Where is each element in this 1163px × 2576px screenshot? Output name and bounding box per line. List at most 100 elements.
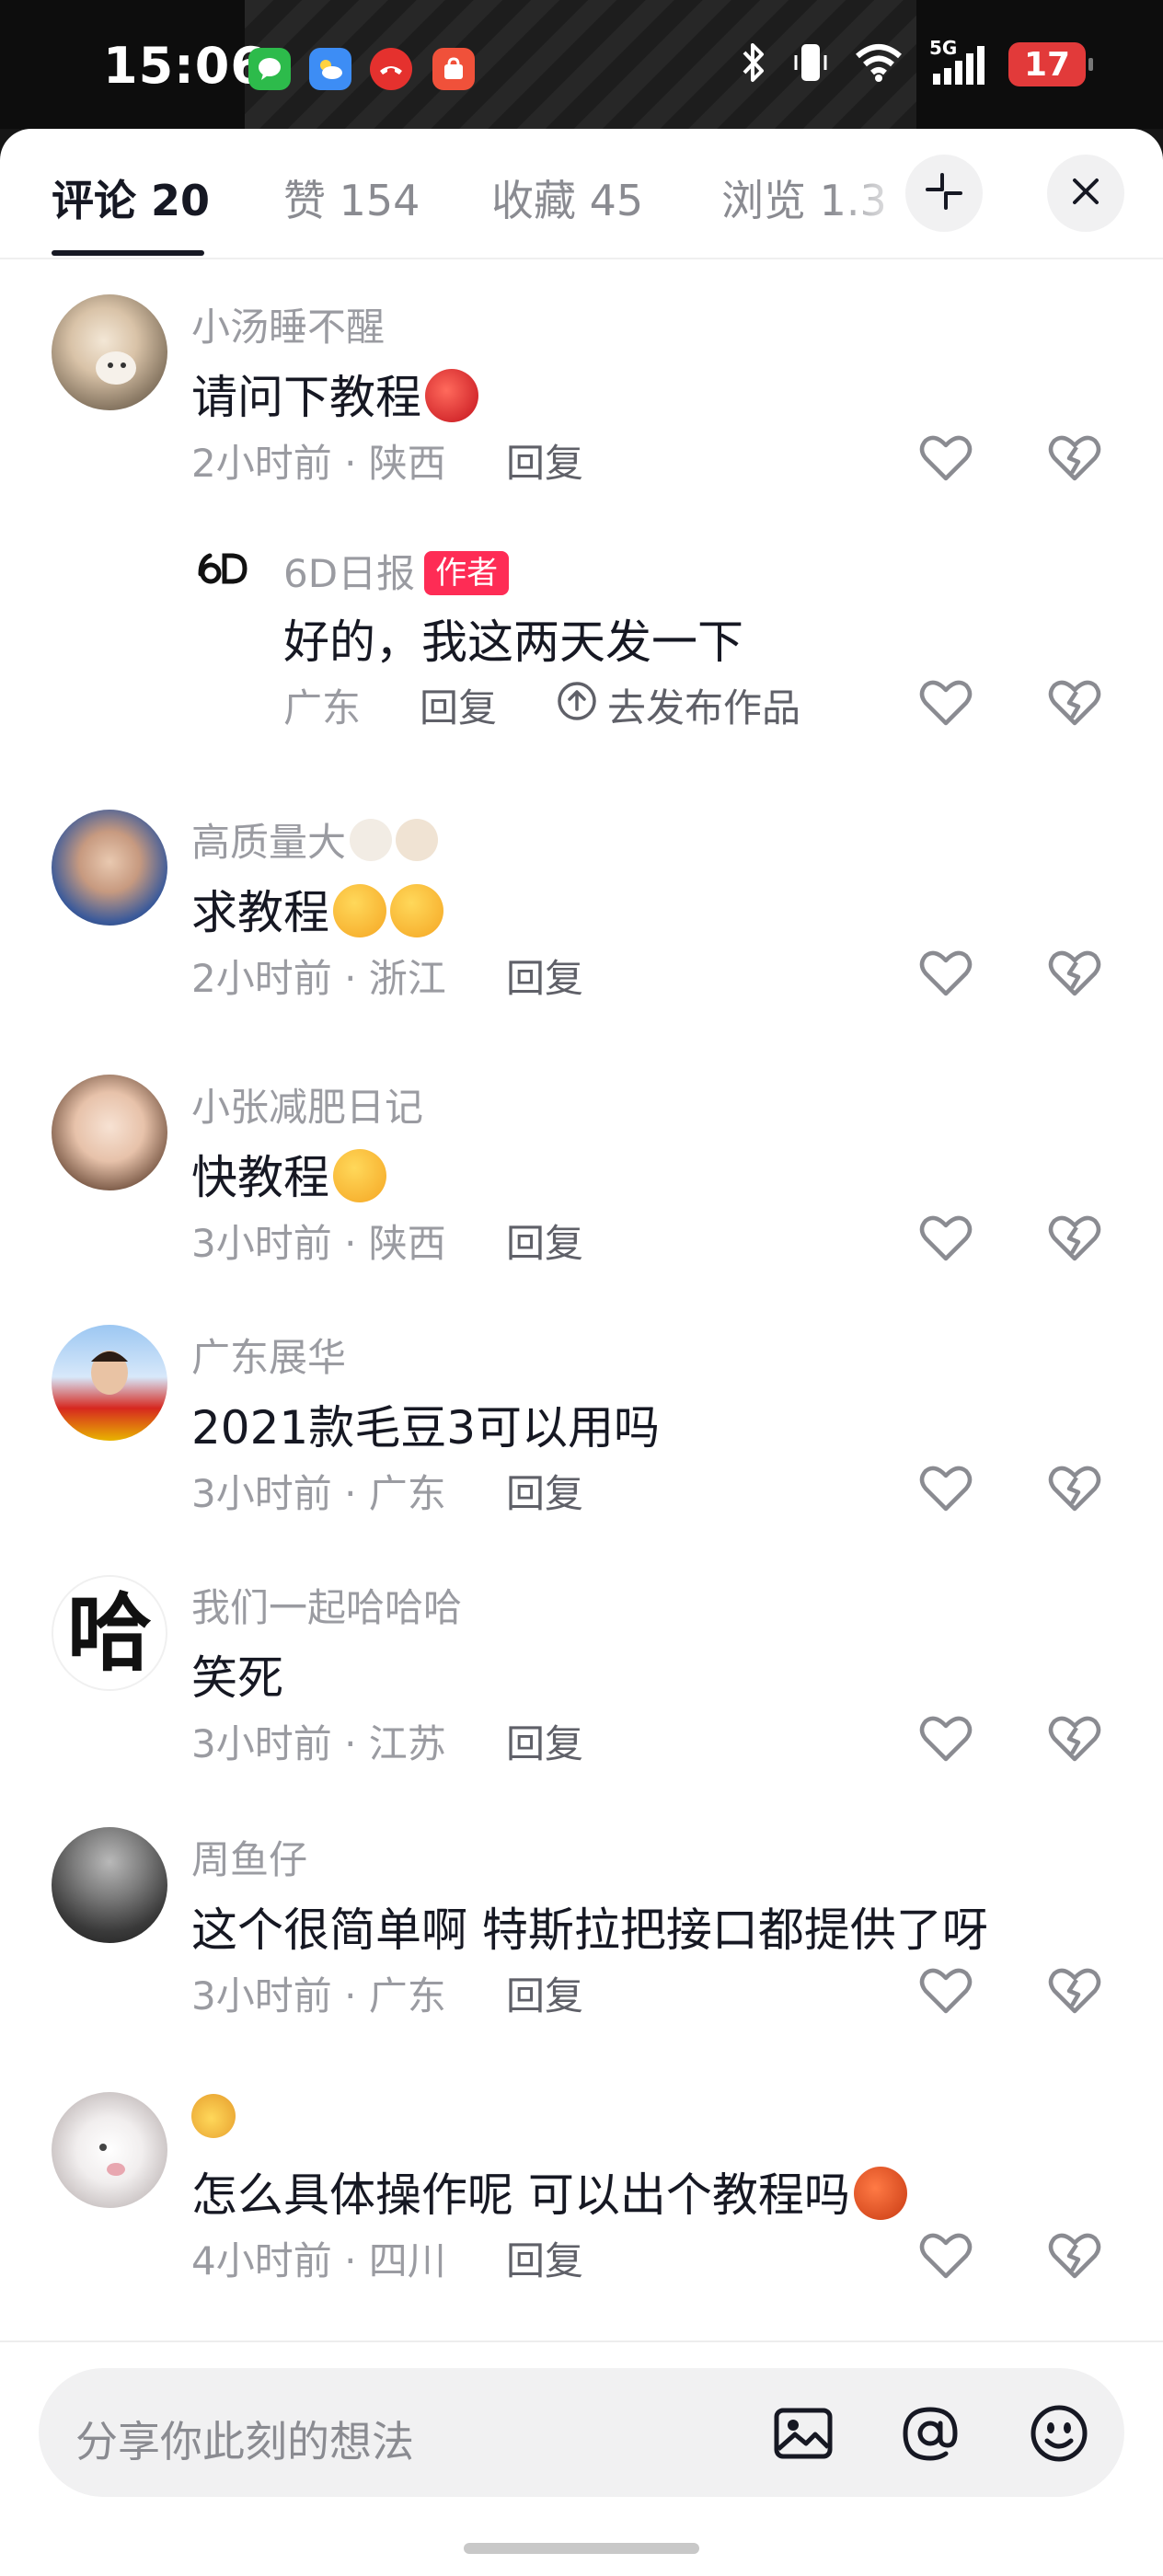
dislike-icon[interactable] bbox=[1047, 1711, 1102, 1766]
reply-text: 好的，我这两天发一下 bbox=[283, 615, 743, 669]
dislike-icon[interactable] bbox=[1047, 2228, 1102, 2283]
tab-bar: 评论 20 赞 154 收藏 45 浏览 1.3 bbox=[0, 129, 1163, 259]
collapse-icon bbox=[924, 171, 964, 215]
status-bar: 15:06 5G 17 bbox=[0, 0, 1163, 129]
comment-meta: 2小时前 · 陕西 bbox=[191, 441, 446, 486]
comment-text: 怎么具体操作呢 可以出个教程吗 bbox=[191, 2158, 907, 2225]
comment-meta: 3小时前 · 广东 bbox=[191, 1973, 446, 2018]
comment-text-content: 快教程 bbox=[191, 1151, 329, 1204]
heart-icon[interactable] bbox=[918, 1211, 973, 1266]
reply-button[interactable]: 回复 bbox=[506, 2230, 583, 2286]
reply-button[interactable]: 回复 bbox=[506, 948, 583, 1004]
shopping-app-icon bbox=[432, 48, 475, 90]
comment-author[interactable]: 我们一起哈哈哈 bbox=[191, 1577, 462, 1633]
dislike-icon[interactable] bbox=[1047, 1963, 1102, 2018]
publish-work-link[interactable]: 去发布作品 bbox=[556, 677, 800, 733]
cowboy-emoji-icon bbox=[191, 2094, 236, 2138]
heart-icon[interactable] bbox=[918, 675, 973, 730]
comment-author-name[interactable]: 高质量大 bbox=[191, 820, 346, 865]
comment-text: 2021款毛豆3可以用吗 bbox=[191, 1401, 661, 1455]
avatar[interactable] bbox=[52, 1827, 167, 1943]
wifi-icon bbox=[854, 43, 904, 86]
emoji-icon[interactable] bbox=[1027, 2401, 1091, 2466]
heart-icon[interactable] bbox=[918, 1461, 973, 1516]
avatar[interactable] bbox=[52, 2092, 167, 2208]
heart-icon[interactable] bbox=[918, 1963, 973, 2018]
heart-icon[interactable] bbox=[918, 2228, 973, 2283]
comment-item: 周鱼仔 这个很简单啊 特斯拉把接口都提供了呀 3小时前 · 广东 回复 bbox=[0, 1827, 1163, 2066]
heart-eyes-emoji-icon bbox=[333, 884, 386, 937]
dislike-icon[interactable] bbox=[1047, 675, 1102, 730]
comment-author[interactable]: 广东展华 bbox=[191, 1327, 346, 1383]
dislike-icon[interactable] bbox=[1047, 946, 1102, 1001]
author-avatar[interactable] bbox=[197, 548, 252, 585]
publish-work-label: 去发布作品 bbox=[607, 685, 801, 730]
reply-button[interactable]: 回复 bbox=[506, 1213, 583, 1269]
dislike-icon[interactable] bbox=[1047, 1211, 1102, 1266]
comment-author[interactable] bbox=[191, 2094, 236, 2140]
status-time: 15:06 bbox=[103, 37, 266, 95]
thinking-emoji-icon bbox=[333, 1149, 386, 1202]
bluetooth-icon bbox=[740, 41, 767, 87]
avatar-character: 哈 bbox=[66, 1583, 152, 1683]
battery-indicator: 17 bbox=[1008, 42, 1093, 86]
comment-text: 快教程 bbox=[191, 1141, 386, 1207]
reply-meta: 广东 bbox=[283, 685, 362, 730]
heart-icon[interactable] bbox=[918, 946, 973, 1001]
comment-meta: 2小时前 · 浙江 bbox=[191, 956, 446, 1001]
heart-icon[interactable] bbox=[918, 1711, 973, 1766]
comment-author[interactable]: 小汤睡不醒 bbox=[191, 296, 385, 352]
basketball-emoji-icon bbox=[853, 2167, 907, 2220]
reply-button[interactable]: 回复 bbox=[506, 1965, 583, 2021]
reply-button[interactable]: 回复 bbox=[506, 432, 583, 489]
comment-item: 怎么具体操作呢 可以出个教程吗 4小时前 · 四川 回复 bbox=[0, 2092, 1163, 2331]
avatar[interactable] bbox=[52, 810, 167, 926]
comment-input[interactable]: 分享你此刻的想法 bbox=[39, 2368, 1124, 2497]
messages-app-icon bbox=[248, 48, 291, 90]
weather-app-icon bbox=[309, 48, 351, 90]
comment-meta: 3小时前 · 陕西 bbox=[191, 1221, 446, 1266]
image-icon[interactable] bbox=[771, 2401, 835, 2466]
heart-icon[interactable] bbox=[918, 431, 973, 486]
comment-input-area: 分享你此刻的想法 bbox=[0, 2340, 1163, 2576]
at-icon[interactable] bbox=[898, 2401, 962, 2466]
comment-meta: 3小时前 · 广东 bbox=[191, 1471, 446, 1516]
comment-item: 哈 我们一起哈哈哈 笑死 3小时前 · 江苏 回复 bbox=[0, 1575, 1163, 1814]
upload-icon bbox=[556, 680, 598, 731]
comment-author: 高质量大 bbox=[191, 811, 439, 868]
status-right-group: 5G 17 bbox=[740, 37, 1093, 88]
avatar[interactable]: 哈 bbox=[52, 1575, 167, 1691]
comment-text: 这个很简单啊 特斯拉把接口都提供了呀 bbox=[191, 1903, 988, 1957]
comment-meta: 3小时前 · 江苏 bbox=[191, 1721, 446, 1766]
battery-level: 17 bbox=[1023, 45, 1071, 84]
reply-button[interactable]: 回复 bbox=[506, 1713, 583, 1769]
reply-author-name[interactable]: 6D日报 bbox=[283, 551, 415, 596]
horse-emoji-icon bbox=[396, 819, 439, 861]
comment-text: 请问下教程 bbox=[191, 361, 478, 427]
collapse-button[interactable] bbox=[905, 155, 983, 232]
avatar[interactable] bbox=[52, 294, 167, 410]
home-indicator[interactable] bbox=[464, 2543, 699, 2554]
tab-likes[interactable]: 赞 154 bbox=[283, 167, 420, 228]
dislike-icon[interactable] bbox=[1047, 431, 1102, 486]
heart-eyes-emoji-icon bbox=[390, 884, 443, 937]
close-button[interactable] bbox=[1047, 155, 1124, 232]
tab-favorites[interactable]: 收藏 45 bbox=[491, 167, 643, 228]
reply-button[interactable]: 回复 bbox=[506, 1463, 583, 1519]
comment-author[interactable]: 周鱼仔 bbox=[191, 1829, 307, 1885]
close-icon bbox=[1069, 175, 1102, 212]
avatar[interactable] bbox=[52, 1075, 167, 1190]
vibrate-icon bbox=[791, 40, 830, 88]
tab-comments[interactable]: 评论 20 bbox=[52, 167, 210, 228]
reply-button[interactable]: 回复 bbox=[420, 677, 497, 733]
comment-author[interactable]: 小张减肥日记 bbox=[191, 1076, 423, 1133]
comment-item: 高质量大 求教程 2小时前 · 浙江 回复 bbox=[0, 810, 1163, 1049]
dislike-icon[interactable] bbox=[1047, 1461, 1102, 1516]
comments-sheet: 评论 20 赞 154 收藏 45 浏览 1.3 小汤睡不醒 请问下教程 2小时… bbox=[0, 129, 1163, 2576]
cow-emoji-icon bbox=[350, 819, 393, 861]
active-tab-indicator bbox=[52, 250, 204, 256]
comment-text-content: 请问下教程 bbox=[191, 371, 421, 424]
tab-fade-overlay bbox=[828, 147, 911, 239]
reply-author: 6D日报 作者 bbox=[283, 543, 510, 599]
avatar[interactable] bbox=[52, 1325, 167, 1441]
